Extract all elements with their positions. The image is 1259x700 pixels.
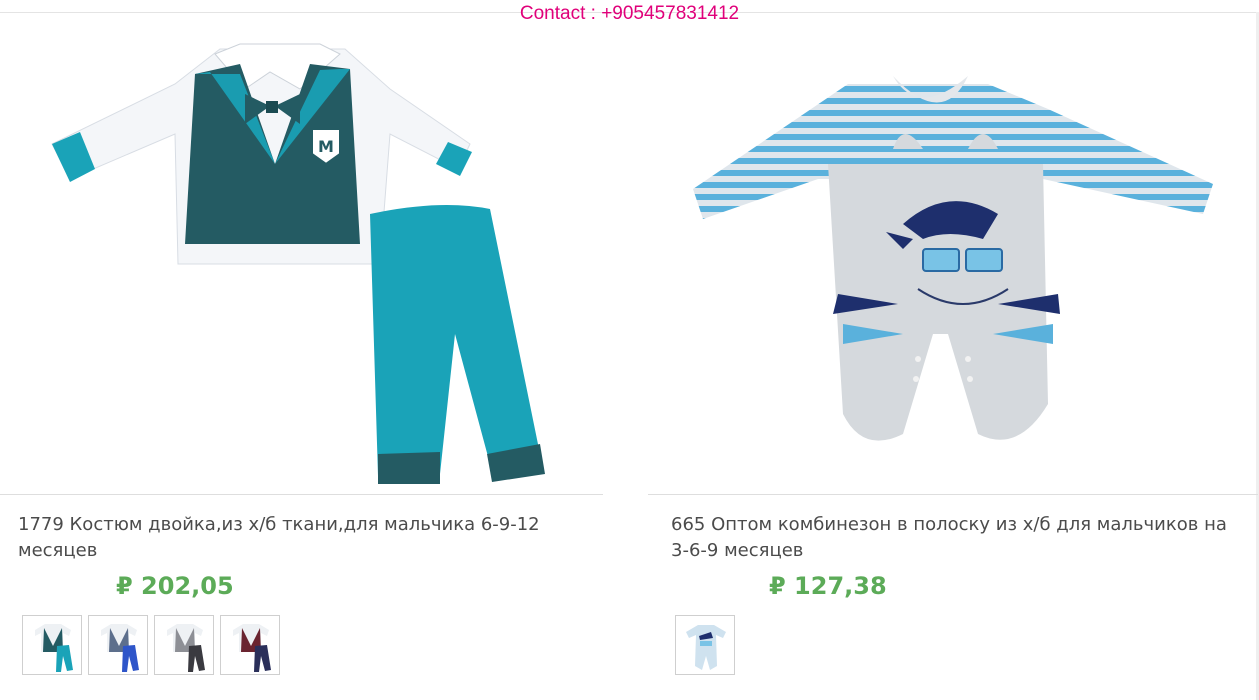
variant-thumbnail[interactable]: [675, 615, 735, 675]
suit-thumbnail-image: [233, 624, 271, 672]
card-divider: [0, 494, 603, 495]
product-price: ₽ 202,05: [116, 572, 234, 600]
variant-thumbnails: [22, 615, 280, 675]
product-image[interactable]: [648, 14, 1258, 494]
product-title[interactable]: 665 Оптом комбинезон в полоску из х/б дл…: [671, 512, 1241, 564]
variant-thumbnail[interactable]: [22, 615, 82, 675]
romper-thumbnail-image: [686, 625, 726, 670]
suit-thumbnail-image: [35, 624, 73, 672]
product-title[interactable]: 1779 Костюм двойка,из х/б ткани,для маль…: [18, 512, 578, 564]
variant-thumbnails: [675, 615, 735, 675]
variant-thumbnail[interactable]: [220, 615, 280, 675]
card-divider: [648, 494, 1258, 495]
svg-text:M: M: [318, 137, 334, 156]
product-image[interactable]: M: [0, 14, 603, 494]
suit-thumbnail-image: [101, 624, 139, 672]
variant-thumbnail[interactable]: [154, 615, 214, 675]
variant-thumbnail[interactable]: [88, 615, 148, 675]
suit-thumbnail-image: [167, 624, 205, 672]
product-price: ₽ 127,38: [769, 572, 887, 600]
striped-romper-image: [693, 76, 1213, 441]
boys-suit-image: M: [51, 43, 545, 484]
